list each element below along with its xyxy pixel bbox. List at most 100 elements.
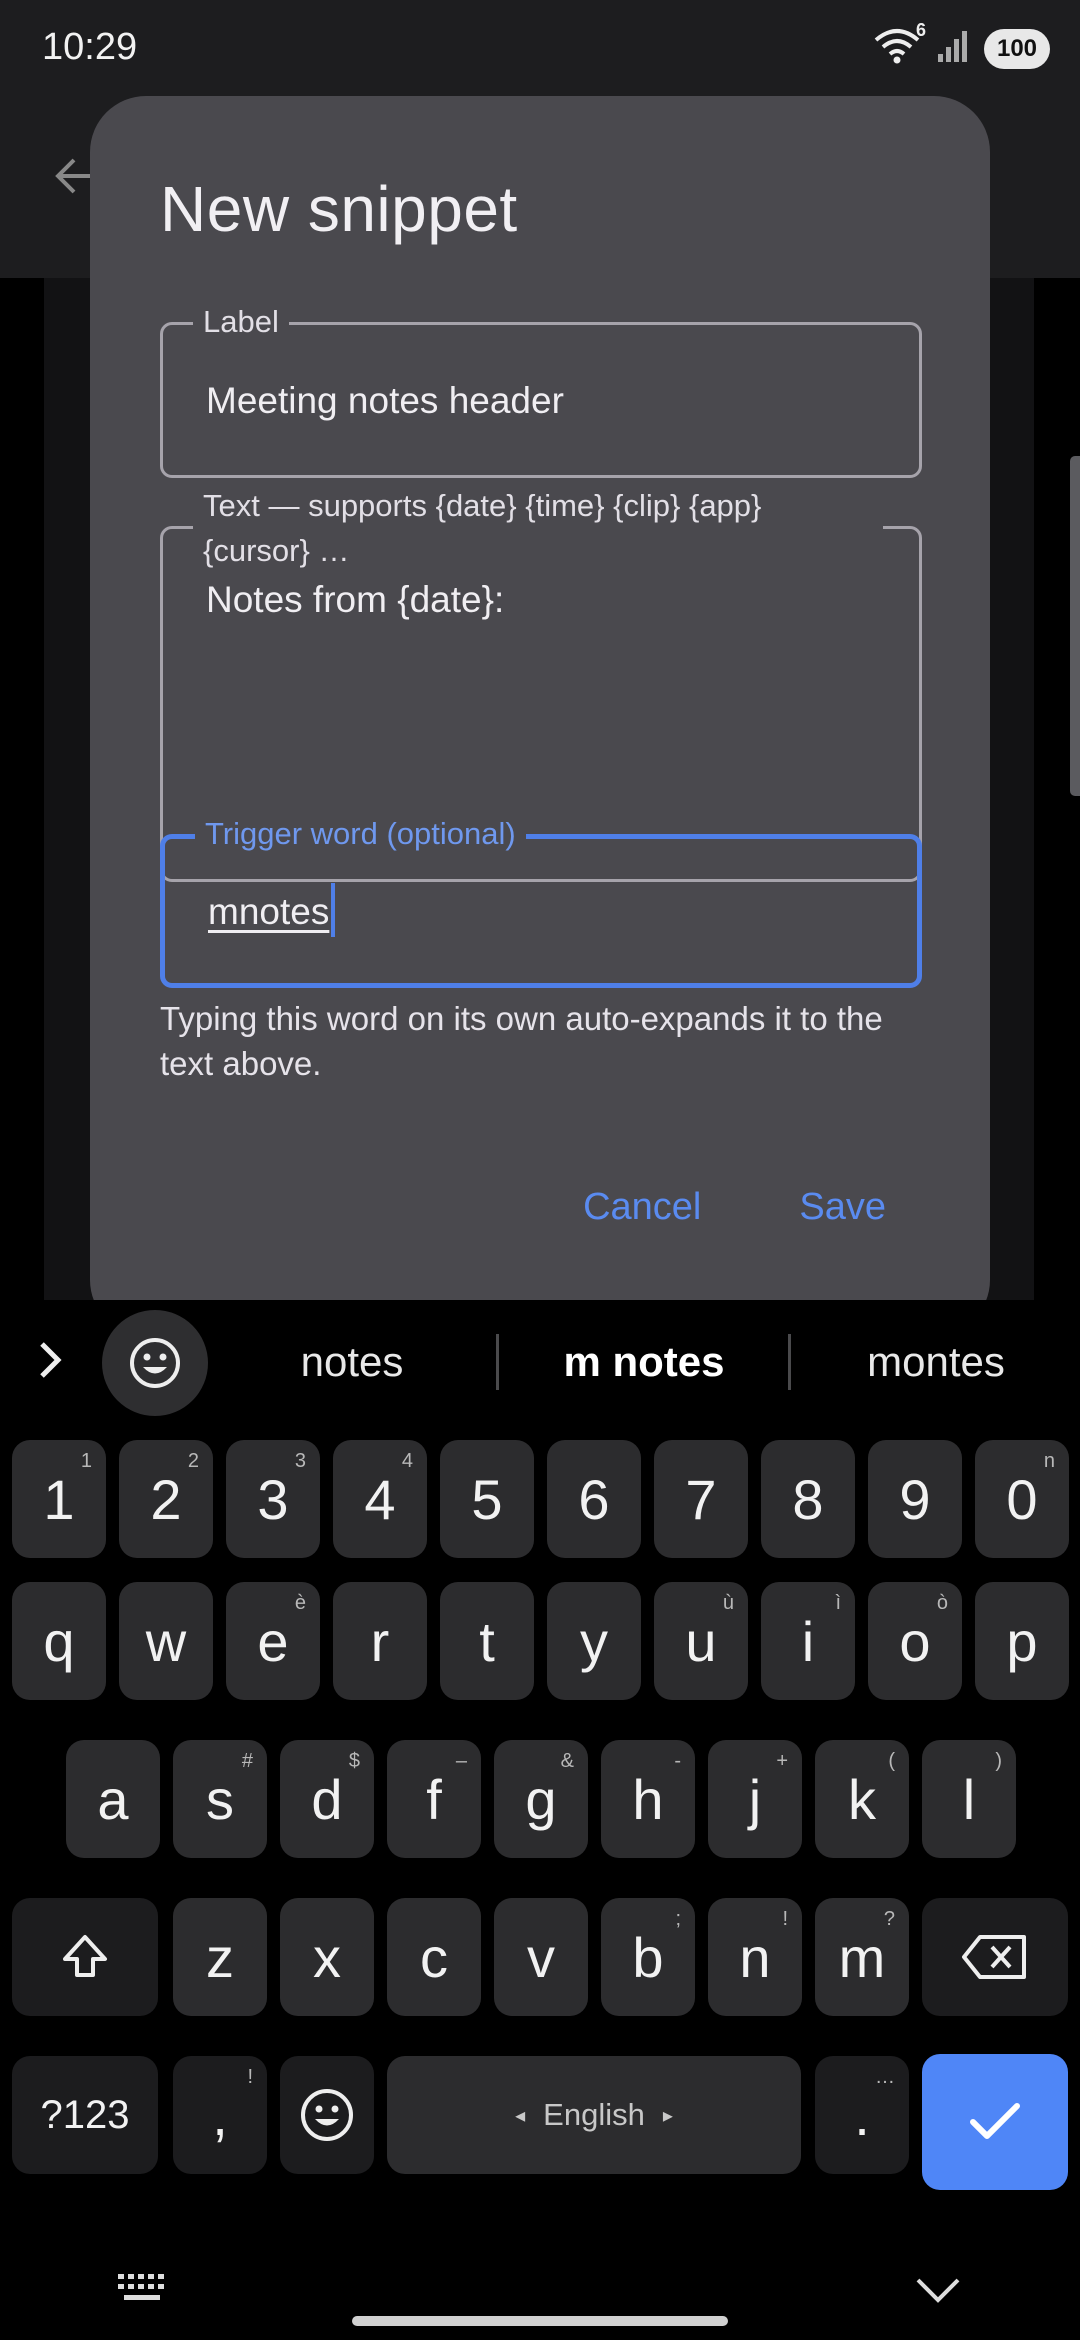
key-5[interactable]: 5: [440, 1440, 534, 1558]
key-label: 9: [899, 1467, 931, 1531]
key-s[interactable]: s #: [173, 1740, 267, 1858]
comma-key[interactable]: ,!: [173, 2056, 267, 2174]
space-key[interactable]: ◂ English ▸: [387, 2056, 801, 2174]
key-label: o: [899, 1609, 931, 1673]
arrow-right-icon: ▸: [662, 2104, 673, 2127]
key-hint: #: [241, 1750, 253, 1772]
key-label: h: [632, 1767, 664, 1831]
key-p[interactable]: p: [975, 1582, 1069, 1700]
key-j[interactable]: j +: [708, 1740, 802, 1858]
key-label: m: [838, 1925, 886, 1989]
key-g[interactable]: g &: [494, 1740, 588, 1858]
key-q[interactable]: q: [12, 1582, 106, 1700]
key-label: z: [206, 1925, 234, 1989]
key-f[interactable]: f –: [387, 1740, 481, 1858]
key-z[interactable]: z: [173, 1898, 267, 2016]
key-o[interactable]: oò: [868, 1582, 962, 1700]
key-7[interactable]: 7: [654, 1440, 748, 1558]
key-8[interactable]: 8: [761, 1440, 855, 1558]
key-hint: (: [888, 1750, 895, 1772]
trigger-helper-text: Typing this word on its own auto-expands…: [160, 1000, 883, 1082]
back-arrow-icon[interactable]: [52, 156, 92, 201]
key-b[interactable]: b;: [601, 1898, 695, 2016]
wifi-icon: 6: [872, 20, 926, 71]
trigger-word-label: Trigger word (optional): [195, 815, 526, 853]
shift-icon: [63, 1935, 107, 1977]
key-label: u: [685, 1609, 717, 1673]
key-t[interactable]: t: [440, 1582, 534, 1700]
key-label: 3: [257, 1467, 289, 1531]
soft-keyboard: notes m notes montes 11 22 33 44 5 6 7 8…: [0, 1300, 1080, 2340]
key-label: a: [97, 1767, 129, 1831]
symbols-key[interactable]: ?123: [12, 2056, 158, 2174]
text-cursor: [331, 883, 336, 938]
key-k[interactable]: k(: [815, 1740, 909, 1858]
home-gesture-pill[interactable]: [352, 2316, 728, 2326]
key-2[interactable]: 22: [119, 1440, 213, 1558]
key-y[interactable]: y: [547, 1582, 641, 1700]
key-9[interactable]: 9: [868, 1440, 962, 1558]
shift-key[interactable]: [12, 1898, 158, 2016]
chevron-right-icon[interactable]: [34, 1338, 68, 1387]
key-m[interactable]: m?: [815, 1898, 909, 2016]
new-snippet-dialog: New snippet Label Meeting notes header T…: [90, 96, 990, 1336]
key-u[interactable]: uù: [654, 1582, 748, 1700]
arrow-left-icon: ◂: [515, 2104, 526, 2127]
scrollbar-thumb[interactable]: [1070, 456, 1080, 796]
label-input-value: Meeting notes header: [206, 380, 564, 421]
signal-icon: [936, 28, 970, 69]
key-hint: –: [455, 1750, 467, 1772]
suggestion-1[interactable]: notes: [222, 1338, 482, 1386]
key-label: r: [370, 1609, 390, 1673]
status-bar: 10:29 6 100: [0, 0, 1080, 100]
key-hint: !: [782, 1908, 788, 1930]
key-l[interactable]: l): [922, 1740, 1016, 1858]
key-hint: ;: [675, 1908, 681, 1930]
dialog-actions: Cancel Save: [583, 1186, 886, 1229]
emoji-key[interactable]: [280, 2056, 374, 2174]
suggestion-bar: notes m notes montes: [0, 1300, 1080, 1420]
key-w[interactable]: w: [119, 1582, 213, 1700]
status-icons: 6 100: [872, 20, 1050, 71]
suggestion-2[interactable]: m notes: [514, 1338, 774, 1386]
key-hint: 4: [401, 1450, 413, 1472]
key-v[interactable]: v: [494, 1898, 588, 2016]
key-hint: ?: [883, 1908, 895, 1930]
keyboard-switch-icon[interactable]: [116, 2270, 172, 2311]
key-i[interactable]: iì: [761, 1582, 855, 1700]
key-hint: ì: [835, 1592, 841, 1614]
key-label: f: [426, 1767, 442, 1831]
cancel-button[interactable]: Cancel: [583, 1186, 701, 1229]
key-h[interactable]: h-: [601, 1740, 695, 1858]
key-label: p: [1006, 1609, 1038, 1673]
key-a[interactable]: a: [66, 1740, 160, 1858]
trigger-word-input[interactable]: Trigger word (optional) mnotes: [160, 815, 922, 988]
key-1[interactable]: 11: [12, 1440, 106, 1558]
key-label: 8: [792, 1467, 824, 1531]
key-hint: n: [1043, 1450, 1055, 1472]
suggestion-3[interactable]: montes: [806, 1338, 1066, 1386]
key-label: n: [739, 1925, 771, 1989]
key-label: e: [257, 1609, 289, 1673]
key-label: 5: [471, 1467, 503, 1531]
key-6[interactable]: 6: [547, 1440, 641, 1558]
key-0[interactable]: 0n: [975, 1440, 1069, 1558]
hide-keyboard-icon[interactable]: [914, 2274, 962, 2311]
key-r[interactable]: r: [333, 1582, 427, 1700]
enter-key[interactable]: [922, 2054, 1068, 2190]
save-button[interactable]: Save: [799, 1186, 886, 1229]
period-key[interactable]: .…: [815, 2056, 909, 2174]
key-e[interactable]: eè: [226, 1582, 320, 1700]
key-n[interactable]: n!: [708, 1898, 802, 2016]
label-input[interactable]: Label Meeting notes header: [160, 303, 922, 478]
key-label: 4: [364, 1467, 396, 1531]
key-c[interactable]: c: [387, 1898, 481, 2016]
key-3[interactable]: 33: [226, 1440, 320, 1558]
key-d[interactable]: d $: [280, 1740, 374, 1858]
key-4[interactable]: 44: [333, 1440, 427, 1558]
key-x[interactable]: x: [280, 1898, 374, 2016]
emoji-suggestion-button[interactable]: [102, 1310, 208, 1416]
key-hint: ù: [722, 1592, 734, 1614]
label-input-label: Label: [193, 303, 289, 341]
backspace-key[interactable]: [922, 1898, 1068, 2016]
